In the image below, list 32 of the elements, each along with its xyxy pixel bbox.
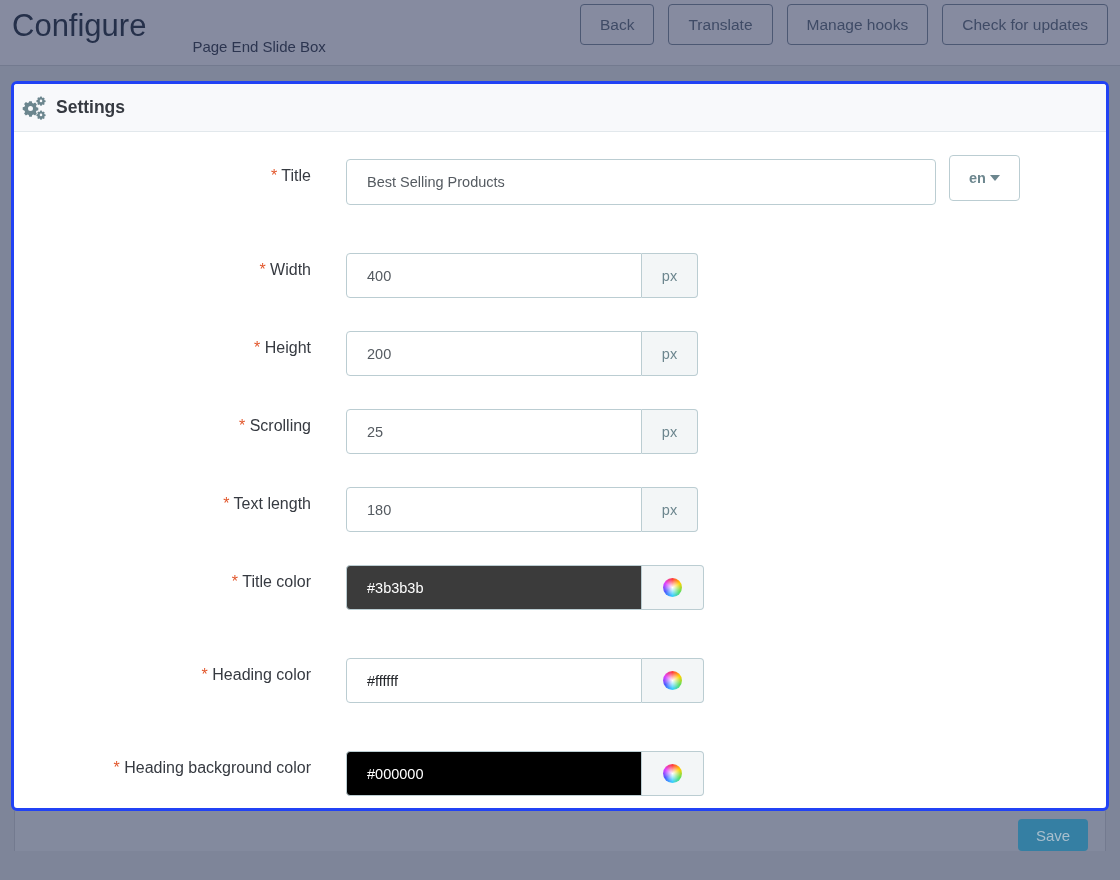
- field-label: * Heading background color: [113, 759, 311, 776]
- color-wheel-icon: [663, 764, 682, 783]
- number-input[interactable]: 25: [346, 409, 642, 454]
- color-input[interactable]: #3b3b3b: [346, 565, 642, 610]
- panel-title: Settings: [56, 97, 126, 118]
- number-input[interactable]: 200: [346, 331, 642, 376]
- field-label: * Height: [254, 339, 311, 356]
- unit-addon: px: [642, 409, 698, 454]
- color-picker-button[interactable]: [642, 658, 704, 703]
- unit-addon: px: [642, 331, 698, 376]
- color-wheel-icon: [663, 578, 682, 597]
- field-label: * Width: [259, 261, 311, 278]
- unit-addon: px: [642, 253, 698, 298]
- caret-icon: [989, 175, 1000, 181]
- color-picker-button[interactable]: [642, 751, 704, 796]
- field-label: * Title color: [231, 573, 311, 590]
- color-wheel-icon: [663, 671, 682, 690]
- gears-icon: [22, 95, 46, 120]
- number-input[interactable]: 180: [346, 487, 642, 532]
- color-picker-button[interactable]: [642, 565, 704, 610]
- page-title: Configure: [12, 8, 147, 44]
- unit-addon: px: [642, 487, 698, 532]
- language-dropdown[interactable]: en: [949, 155, 1020, 201]
- field-label: * Heading color: [201, 666, 311, 683]
- text-input[interactable]: Best Selling Products: [346, 159, 936, 205]
- color-input[interactable]: #000000: [346, 751, 642, 796]
- field-label: * Title: [270, 167, 311, 184]
- number-input[interactable]: 400: [346, 253, 642, 298]
- color-input[interactable]: #ffffff: [346, 658, 642, 703]
- field-label: * Text length: [223, 495, 311, 512]
- field-label: * Scrolling: [238, 417, 311, 434]
- module-name: Page End Slide Box: [192, 38, 326, 56]
